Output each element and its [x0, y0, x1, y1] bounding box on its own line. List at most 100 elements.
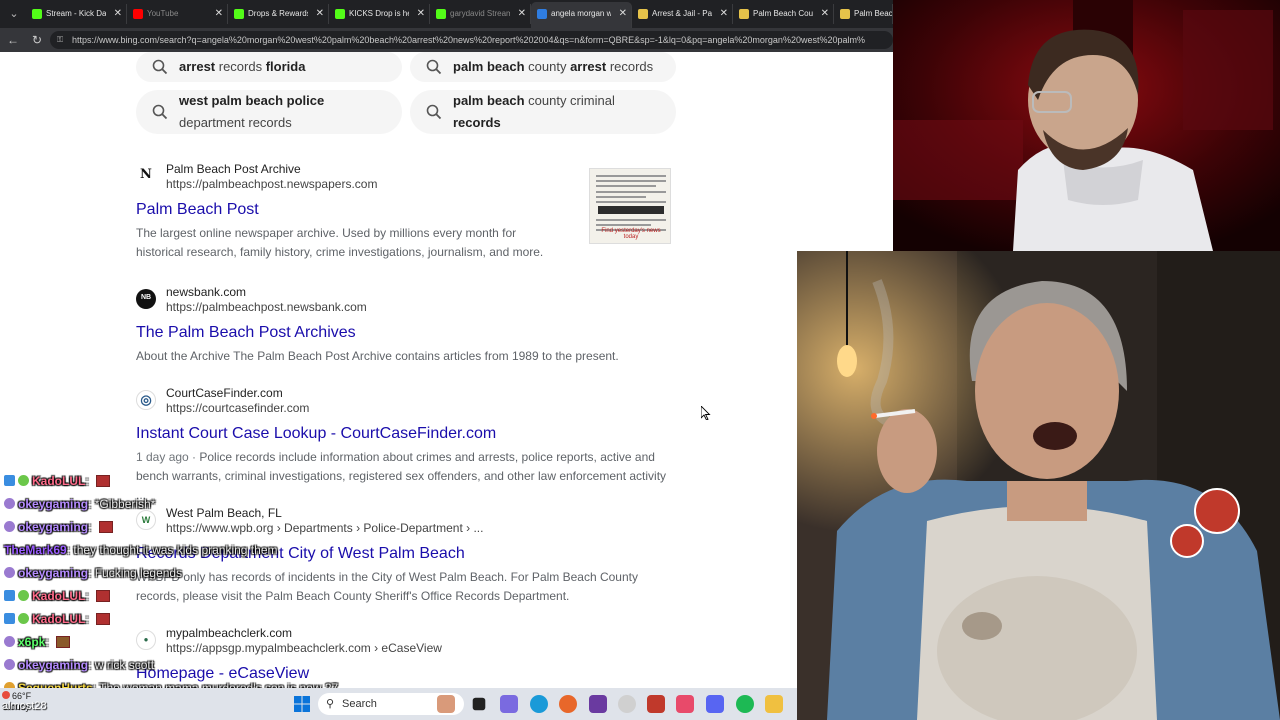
related-search-text: palm beach county arrest records: [453, 59, 654, 74]
tab-close-icon[interactable]: ✕: [720, 4, 728, 24]
reload-icon[interactable]: ↻: [30, 33, 44, 47]
subscriber-badge-icon: [4, 636, 15, 647]
chat-message: KadoLUL:: [4, 472, 110, 490]
chat-emote-icon: [96, 613, 110, 625]
related-search-text: palm beach county criminal records: [453, 93, 615, 130]
moderator-badge-icon: [4, 613, 15, 624]
weather-alert-icon: [2, 691, 10, 699]
result-title-link[interactable]: The Palm Beach Post Archives: [136, 323, 696, 343]
subscriber-badge-icon: [18, 475, 29, 486]
subscriber-badge-icon: [4, 567, 15, 578]
result-snippet: About the Archive The Palm Beach Post Ar…: [136, 349, 619, 363]
subscriber-badge-icon: [18, 590, 29, 601]
tab-strip: ⌄ Stream - Kick Das ✕ YouTube ✕ Drops & Re…: [0, 0, 893, 28]
star-favicon-icon: [739, 9, 749, 19]
url-text: https://www.bing.com/search?q=angela%20m…: [72, 35, 865, 45]
tab-close-icon[interactable]: ✕: [821, 4, 829, 24]
search-icon: [152, 104, 168, 120]
subscriber-badge-icon: [4, 659, 15, 670]
copilot-icon[interactable]: [500, 695, 518, 713]
chat-emote-icon: [56, 636, 71, 648]
result-source[interactable]: NB newsbank.com https://palmbeachpost.ne…: [136, 285, 696, 317]
chat-emote-icon: [96, 475, 110, 487]
moderator-badge-icon: [4, 590, 15, 601]
tab-close-icon[interactable]: ✕: [619, 2, 627, 26]
search-icon: ⚲: [326, 698, 335, 710]
tab-youtube[interactable]: YouTube ✕: [127, 4, 228, 24]
chat-message: x6pk:: [4, 633, 71, 651]
chat-message: TheMark69: they thought it was kids pran…: [4, 543, 278, 557]
result-title-link[interactable]: Instant Court Case Lookup - CourtCaseFin…: [136, 424, 696, 444]
tab-bing-search[interactable]: angela morgan w ✕: [531, 2, 632, 28]
tab-arrest-jail[interactable]: Arrest & Jail - Pal ✕: [632, 4, 733, 24]
chat-message: KadoLUL:: [4, 587, 110, 605]
tab-close-icon[interactable]: ✕: [316, 4, 324, 24]
displayed-image-panel: [797, 251, 1280, 720]
address-bar: ← ↻ ⚿ https://www.bing.com/search?q=angel…: [0, 28, 893, 52]
tab-kick-stream[interactable]: Stream - Kick Das ✕: [26, 4, 127, 24]
related-search-wpb-police-records[interactable]: west palm beach police department record…: [136, 90, 402, 134]
youtube-favicon-icon: [133, 9, 143, 19]
tab-palm-beach[interactable]: Palm Beach: [834, 4, 893, 24]
tab-kicks-drop[interactable]: KICKS Drop is he ✕: [329, 4, 430, 24]
star-favicon-icon: [840, 9, 850, 19]
chat-message: okeygaming: Fucking legends: [4, 564, 182, 582]
search-icon: [426, 59, 442, 75]
newspapers-logo-icon: N: [136, 166, 156, 186]
task-view-icon[interactable]: [472, 697, 486, 711]
tab-palm-beach-county[interactable]: Palm Beach Coun ✕: [733, 4, 834, 24]
tab-close-icon[interactable]: ✕: [114, 4, 122, 24]
chat-message: KadoLUL:: [4, 610, 110, 628]
edge-browser-icon[interactable]: [530, 695, 548, 713]
subscriber-badge-icon: [4, 498, 15, 509]
search-favicon-icon: [537, 9, 547, 19]
mouse-cursor-icon: [701, 406, 711, 420]
woman-smoking-image: [797, 251, 1280, 720]
search-highlight-icon: [437, 695, 455, 713]
app-red-icon[interactable]: [647, 695, 665, 713]
itunes-icon[interactable]: [676, 695, 694, 713]
subscriber-badge-icon: [18, 613, 29, 624]
tab-menu-chevron-icon[interactable]: ⌄: [4, 4, 24, 24]
chat-message: okeygaming: *Gibberish*: [4, 495, 155, 513]
related-search-palm-beach-county-arrest-records[interactable]: palm beach county arrest records: [410, 52, 676, 82]
kick-favicon-icon: [234, 9, 244, 19]
tab-garydavid[interactable]: garydavid Stream ✕: [430, 4, 531, 24]
stream-chat-overlay: KadoLUL: okeygaming: *Gibberish* okeygam…: [0, 470, 420, 700]
chat-message: okeygaming: w rick scott: [4, 656, 154, 674]
chat-emote-icon: [98, 521, 113, 533]
streamer-name-overlay: almost28: [2, 700, 47, 712]
moderator-badge-icon: [4, 475, 15, 486]
search-icon: [426, 104, 442, 120]
webcam-feed: [893, 0, 1280, 251]
webcam-image: [893, 0, 1280, 251]
tab-close-icon[interactable]: ✕: [215, 4, 223, 24]
app-icon[interactable]: [589, 695, 607, 713]
related-search-pb-county-criminal-records[interactable]: palm beach county criminal records: [410, 90, 676, 134]
newspaper-thumbnail-image[interactable]: Find yesterday's news today: [589, 168, 671, 244]
kick-favicon-icon: [335, 9, 345, 19]
result-source[interactable]: ◎ CourtCaseFinder.com https://courtcasef…: [136, 386, 696, 418]
discord-icon[interactable]: [706, 695, 724, 713]
site-info-icon[interactable]: ⚿: [57, 31, 63, 49]
file-explorer-icon[interactable]: [765, 695, 783, 713]
star-favicon-icon: [638, 9, 648, 19]
chat-emote-icon: [96, 590, 110, 602]
kick-favicon-icon: [32, 9, 42, 19]
firefox-icon[interactable]: [559, 695, 577, 713]
subscriber-badge-icon: [4, 521, 15, 532]
back-arrow-icon[interactable]: ←: [6, 33, 20, 47]
tab-drops-rewards[interactable]: Drops & Rewards ✕: [228, 4, 329, 24]
url-field[interactable]: ⚿ https://www.bing.com/search?q=angela%20…: [50, 31, 893, 49]
newsbank-logo-icon: NB: [136, 289, 156, 309]
courtcasefinder-logo-icon: ◎: [136, 390, 156, 410]
related-search-arrest-records-florida[interactable]: arrest records florida: [136, 52, 402, 82]
windows-start-icon[interactable]: [293, 695, 311, 713]
kick-favicon-icon: [436, 9, 446, 19]
chrome-icon[interactable]: [618, 695, 636, 713]
tab-close-icon[interactable]: ✕: [417, 4, 425, 24]
related-search-text: arrest records florida: [179, 59, 306, 74]
tab-close-icon[interactable]: ✕: [518, 4, 526, 24]
windows-taskbar: 66°F Cloudy ⚲ Search: [0, 688, 797, 720]
spotify-icon[interactable]: [736, 695, 754, 713]
